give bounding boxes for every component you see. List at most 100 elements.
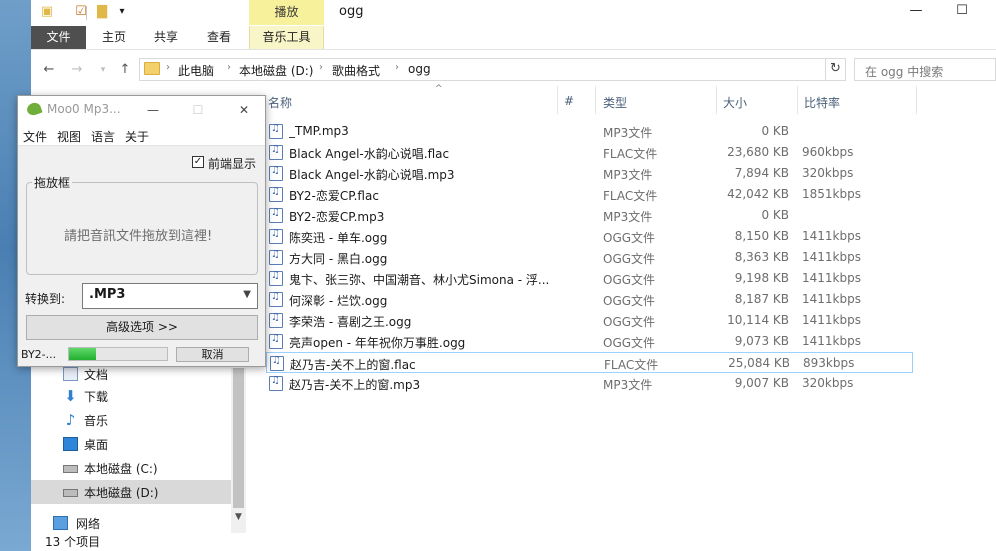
tab-music-tools[interactable]: 音乐工具 <box>249 26 324 49</box>
column-track[interactable]: # <box>564 94 574 108</box>
forward-icon[interactable]: → <box>67 61 87 79</box>
file-name: 鬼卞、张三弥、中国潮音、林小尤Simona - 浮... <box>289 273 550 287</box>
tab-view[interactable]: 查看 <box>194 26 244 49</box>
tab-home[interactable]: 主页 <box>89 26 139 49</box>
tab-file[interactable]: 文件 <box>31 26 86 49</box>
sidebar-item-music[interactable]: ♪ 音乐 <box>31 408 231 432</box>
menu-view[interactable]: 视图 <box>57 128 81 145</box>
column-divider[interactable] <box>716 86 717 114</box>
folder-icon <box>144 62 160 75</box>
output-format-select[interactable]: .MP3 ▼ <box>82 283 258 309</box>
chevron-right-icon[interactable]: › <box>319 62 323 73</box>
moo0-logo-icon <box>25 100 43 118</box>
breadcrumb[interactable]: › 此电脑 › 本地磁盘 (D:) › 歌曲格式 › ogg ▾ <box>139 58 923 81</box>
file-row[interactable]: BY2-恋爱CP.flac FLAC文件 42,042 KB 1851kbps <box>266 184 913 205</box>
column-bitrate[interactable]: 比特率 <box>804 94 840 111</box>
maximize-icon[interactable]: ☐ <box>939 0 985 24</box>
customize-toolbar-icon[interactable]: ▾ <box>114 4 130 20</box>
contextual-tab-header[interactable]: 播放 <box>249 0 324 25</box>
network-icon <box>53 516 68 530</box>
recent-locations-icon[interactable]: ▾ <box>93 61 113 79</box>
file-row[interactable]: 亮声open - 年年祝你万事胜.ogg OGG文件 9,073 KB 1411… <box>266 331 913 352</box>
menu-file[interactable]: 文件 <box>23 128 47 145</box>
breadcrumb-song-formats[interactable]: 歌曲格式 <box>332 62 380 79</box>
file-row[interactable]: Black Angel-水韵心说唱.mp3 MP3文件 7,894 KB 320… <box>266 163 913 184</box>
advanced-options-button[interactable]: 高级选项 >> <box>26 315 258 340</box>
drop-zone-hint: 請把音訊文件拖放到這裡! <box>64 229 213 244</box>
column-divider[interactable] <box>916 86 917 114</box>
file-row[interactable]: 赵乃吉-关不上的窗.mp3 MP3文件 9,007 KB 320kbps <box>266 373 913 394</box>
folder-icon[interactable]: ▣ <box>39 4 55 20</box>
file-name: BY2-恋爱CP.flac <box>289 189 379 203</box>
chevron-right-icon[interactable]: › <box>166 62 170 73</box>
breadcrumb-drive-d[interactable]: 本地磁盘 (D:) <box>239 62 313 79</box>
file-size: 10,114 KB <box>727 313 789 327</box>
file-row[interactable]: 何深彰 - 烂饮.ogg OGG文件 8,187 KB 1411kbps <box>266 289 913 310</box>
sidebar-item-downloads[interactable]: ⬇ 下载 <box>31 384 231 408</box>
column-divider[interactable] <box>797 86 798 114</box>
menu-language[interactable]: 语言 <box>91 128 115 145</box>
back-icon[interactable]: ← <box>39 61 59 79</box>
refresh-icon[interactable]: ↻ <box>826 58 846 81</box>
always-on-top-checkbox[interactable]: ✓ <box>192 156 204 168</box>
file-row[interactable]: Black Angel-水韵心说唱.flac FLAC文件 23,680 KB … <box>266 142 913 163</box>
minimize-icon[interactable]: — <box>893 0 939 24</box>
breadcrumb-this-pc[interactable]: 此电脑 <box>178 62 214 79</box>
properties-icon[interactable]: ☑ <box>73 4 89 20</box>
chevron-right-icon[interactable]: › <box>395 62 399 73</box>
file-row[interactable]: _TMP.mp3 MP3文件 0 KB <box>266 121 913 142</box>
file-size: 8,363 KB <box>734 250 789 264</box>
file-row[interactable]: BY2-恋爱CP.mp3 MP3文件 0 KB <box>266 205 913 226</box>
close-icon[interactable]: ✕ <box>231 100 257 120</box>
conversion-progress-bar <box>68 347 168 361</box>
breadcrumb-ogg[interactable]: ogg <box>408 62 431 76</box>
file-type: OGG文件 <box>603 231 656 245</box>
sidebar-item-drive-c[interactable]: 本地磁盘 (C:) <box>31 456 231 480</box>
column-name[interactable]: 名称 <box>268 94 292 111</box>
file-name: 赵乃吉-关不上的窗.mp3 <box>289 378 421 392</box>
column-divider[interactable] <box>557 86 558 114</box>
new-folder-icon[interactable]: ▇ <box>94 4 110 20</box>
file-size: 42,042 KB <box>727 187 789 201</box>
file-bitrate: 1411kbps <box>802 292 861 306</box>
file-size: 8,187 KB <box>734 292 789 306</box>
file-row[interactable]: 方大同 - 黑白.ogg OGG文件 8,363 KB 1411kbps <box>266 247 913 268</box>
file-name: 亮声open - 年年祝你万事胜.ogg <box>289 336 466 350</box>
sidebar-item-network[interactable]: 网络 <box>31 511 231 535</box>
file-type: OGG文件 <box>603 252 656 266</box>
audio-file-icon <box>269 333 283 349</box>
file-size: 0 KB <box>761 208 789 222</box>
file-name: 方大同 - 黑白.ogg <box>289 252 388 266</box>
file-bitrate: 1851kbps <box>802 187 861 201</box>
search-input[interactable]: 在 ogg 中搜索 <box>854 58 996 81</box>
file-row[interactable]: 陈奕迅 - 单车.ogg OGG文件 8,150 KB 1411kbps <box>266 226 913 247</box>
chevron-down-icon[interactable]: ▼ <box>231 512 246 526</box>
column-type[interactable]: 类型 <box>603 94 627 111</box>
maximize-icon[interactable]: ☐ <box>185 100 211 120</box>
sidebar-item-desktop[interactable]: 桌面 <box>31 432 231 456</box>
sidebar-item-drive-d[interactable]: 本地磁盘 (D:) <box>31 480 231 504</box>
scrollbar-thumb[interactable] <box>233 368 244 508</box>
tab-share[interactable]: 共享 <box>141 26 191 49</box>
file-size: 9,073 KB <box>734 334 789 348</box>
file-name: Black Angel-水韵心说唱.mp3 <box>289 168 455 182</box>
always-on-top-label[interactable]: 前端显示 <box>208 155 256 172</box>
file-row-selected[interactable]: 赵乃吉-关不上的窗.flac FLAC文件 25,084 KB 893kbps <box>266 352 913 373</box>
audio-file-icon <box>269 228 283 244</box>
file-row[interactable]: 李荣浩 - 喜剧之王.ogg OGG文件 10,114 KB 1411kbps <box>266 310 913 331</box>
file-type: FLAC文件 <box>603 189 658 203</box>
file-type: OGG文件 <box>603 315 656 329</box>
audio-file-icon <box>269 249 283 265</box>
menu-about[interactable]: 关于 <box>125 128 149 145</box>
file-row[interactable]: 鬼卞、张三弥、中国潮音、林小尤Simona - 浮... OGG文件 9,198… <box>266 268 913 289</box>
file-type: FLAC文件 <box>604 358 659 372</box>
column-size[interactable]: 大小 <box>723 94 747 111</box>
drive-icon <box>63 465 78 473</box>
audio-file-icon <box>269 144 283 160</box>
chevron-right-icon[interactable]: › <box>227 62 231 73</box>
up-icon[interactable]: ↑ <box>115 61 135 79</box>
column-divider[interactable] <box>595 86 596 114</box>
documents-icon <box>63 367 78 381</box>
minimize-icon[interactable]: — <box>140 100 166 120</box>
cancel-button[interactable]: 取消 <box>176 347 249 362</box>
